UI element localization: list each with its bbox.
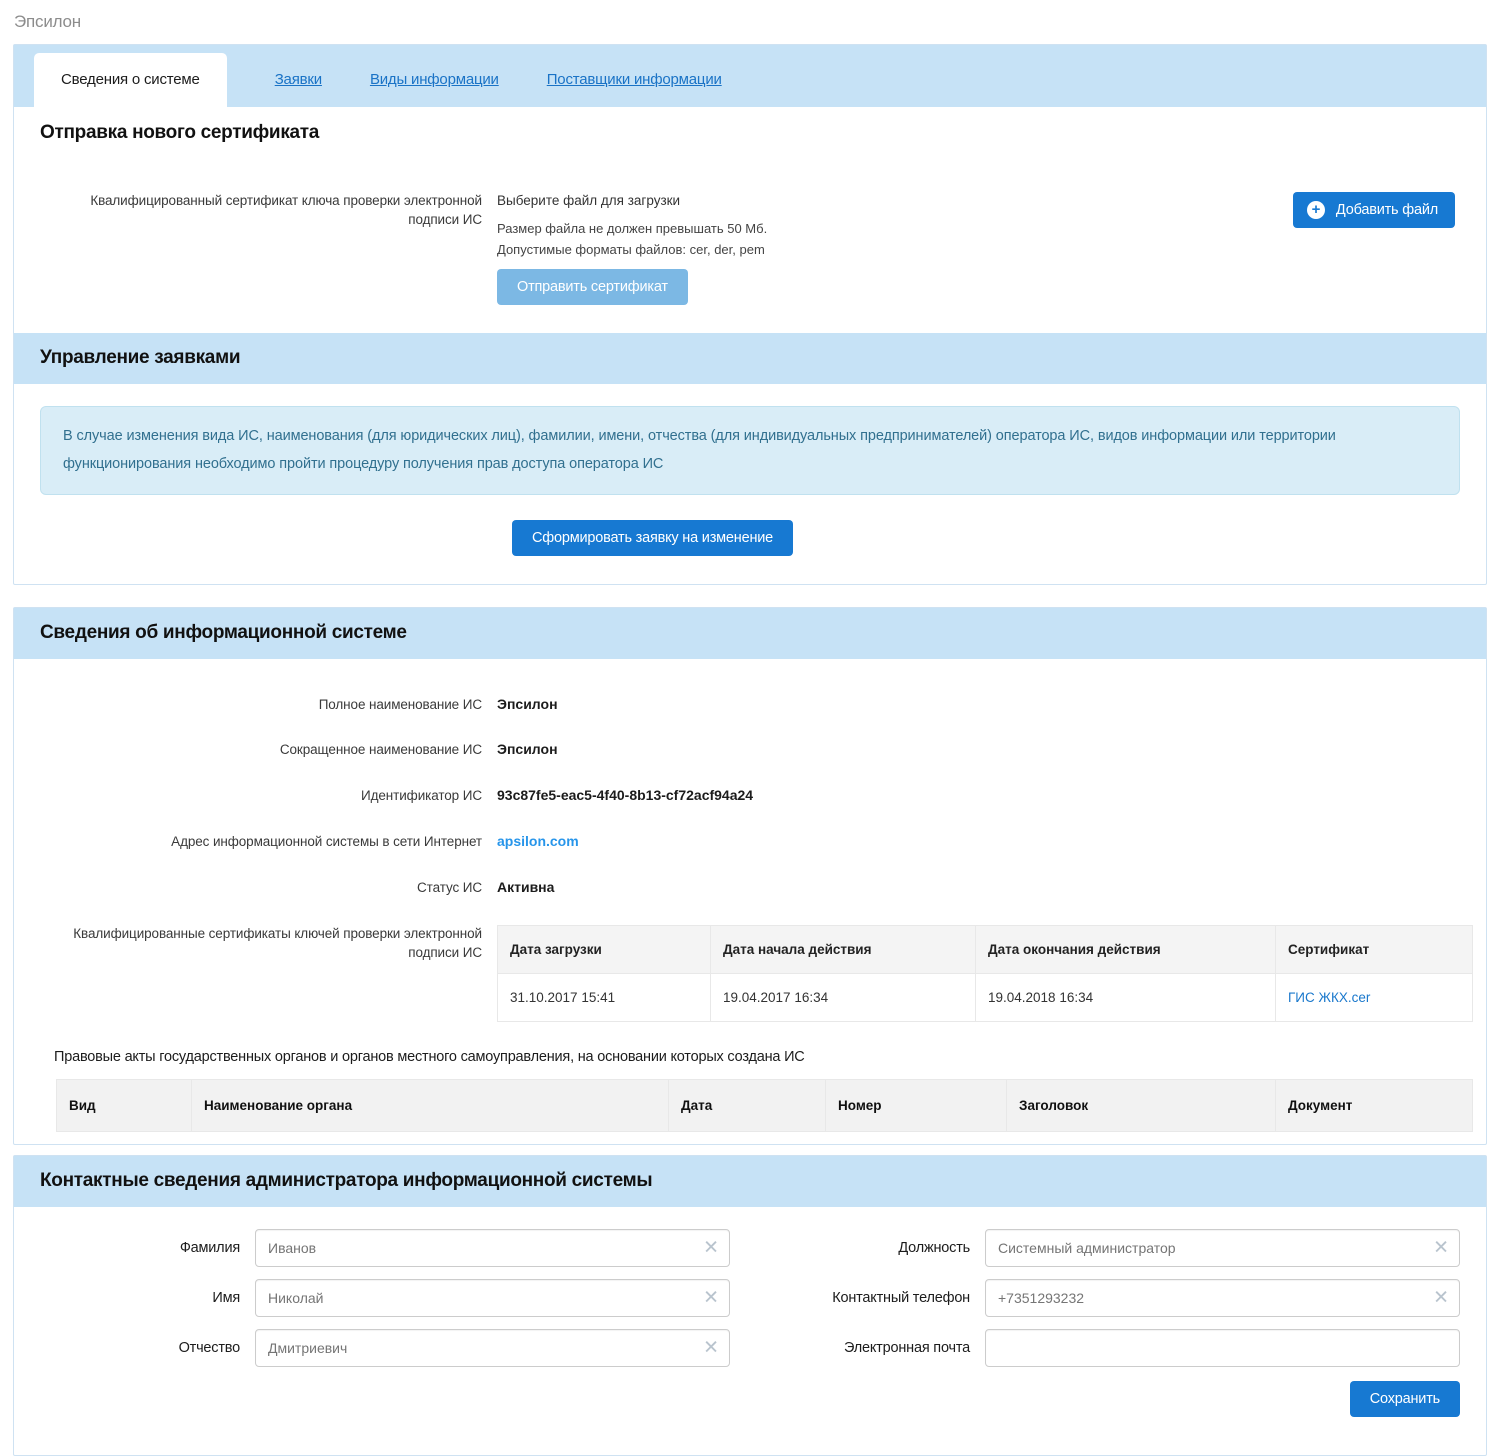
upload-section-title: Отправка нового сертификата <box>40 122 1460 144</box>
position-label: Должность <box>770 1240 985 1256</box>
info-row: Адрес информационной системы в сети Инте… <box>40 833 1473 852</box>
clear-x-icon[interactable]: ✕ <box>1433 1288 1449 1307</box>
full-name-value: Эпсилон <box>497 696 558 712</box>
info-row: Полное наименование ИС Эпсилон <box>40 696 1473 715</box>
lastname-label: Фамилия <box>40 1240 255 1256</box>
tab-requests[interactable]: Заявки <box>275 71 322 88</box>
clear-x-icon[interactable]: ✕ <box>703 1238 719 1257</box>
middlename-label: Отчество <box>40 1340 255 1356</box>
firstname-input[interactable] <box>255 1279 730 1317</box>
table-row: 31.10.2017 15:41 19.04.2017 16:34 19.04.… <box>498 973 1473 1021</box>
info-row: Идентификатор ИС 93c87fe5-eac5-4f40-8b13… <box>40 787 1473 806</box>
field-row: Имя ✕ <box>40 1279 730 1317</box>
table-cell: 31.10.2017 15:41 <box>498 973 711 1021</box>
add-file-button-label: Добавить файл <box>1336 202 1438 218</box>
field-row: Фамилия ✕ <box>40 1229 730 1267</box>
tab-bar: Сведения о системе Заявки Виды информаци… <box>14 45 1486 107</box>
choose-file-text: Выберите файл для загрузки <box>497 192 1027 208</box>
phone-input[interactable] <box>985 1279 1460 1317</box>
save-button[interactable]: Сохранить <box>1350 1381 1460 1417</box>
system-info-section: Полное наименование ИС Эпсилон Сокращенн… <box>14 659 1486 1144</box>
tab-information-types[interactable]: Виды информации <box>370 71 499 88</box>
clear-x-icon[interactable]: ✕ <box>703 1338 719 1357</box>
email-input[interactable] <box>985 1329 1460 1367</box>
system-info-band: Сведения об информационной системе <box>14 608 1486 659</box>
field-row: Должность ✕ <box>770 1229 1460 1267</box>
table-cell: 19.04.2018 16:34 <box>976 973 1276 1021</box>
certificate-field-label: Квалифицированный сертификат ключа прове… <box>40 192 497 305</box>
file-size-hint: Размер файла не должен превышать 50 Мб. <box>497 221 1027 236</box>
table-header-cell: Документ <box>1276 1079 1473 1131</box>
certificates-table: Дата загрузки Дата начала действия Дата … <box>497 925 1473 1022</box>
short-name-label: Сокращенное наименование ИС <box>40 741 497 760</box>
internet-address-label: Адрес информационной системы в сети Инте… <box>40 833 497 852</box>
legal-acts-table: Вид Наименование органа Дата Номер Загол… <box>56 1079 1473 1132</box>
field-row: Электронная почта <box>770 1329 1460 1367</box>
certificates-row: Квалифицированные сертификаты ключей про… <box>40 925 1473 1022</box>
upload-certificate-section: Отправка нового сертификата Квалифициров… <box>14 107 1486 333</box>
file-formats-hint: Допустимые форматы файлов: cer, der, pem <box>497 242 1027 257</box>
table-header-cell: Заголовок <box>1007 1079 1276 1131</box>
table-header-cell: Сертификат <box>1276 925 1473 973</box>
send-certificate-button[interactable]: Отправить сертификат <box>497 269 688 305</box>
clear-x-icon[interactable]: ✕ <box>1433 1238 1449 1257</box>
table-header-cell: Дата начала действия <box>711 925 976 973</box>
certificate-file-link[interactable]: ГИС ЖКХ.cer <box>1288 990 1370 1005</box>
field-row: Отчество ✕ <box>40 1329 730 1367</box>
plus-circle-icon: + <box>1307 201 1325 219</box>
table-header-cell: Дата загрузки <box>498 925 711 973</box>
clear-x-icon[interactable]: ✕ <box>703 1288 719 1307</box>
lastname-input[interactable] <box>255 1229 730 1267</box>
table-header-cell: Вид <box>57 1079 192 1131</box>
contacts-band: Контактные сведения администратора инфор… <box>14 1156 1486 1207</box>
email-label: Электронная почта <box>770 1340 985 1356</box>
identifier-value: 93c87fe5-eac5-4f40-8b13-cf72acf94a24 <box>497 787 753 803</box>
certificates-label: Квалифицированные сертификаты ключей про… <box>40 925 497 963</box>
identifier-label: Идентификатор ИС <box>40 787 497 806</box>
table-header-cell: Номер <box>826 1079 1007 1131</box>
table-header-cell: Дата <box>669 1079 826 1131</box>
firstname-label: Имя <box>40 1290 255 1306</box>
info-row: Статус ИС Активна <box>40 879 1473 898</box>
page-title: Эпсилон <box>0 0 1500 44</box>
phone-label: Контактный телефон <box>770 1290 985 1306</box>
contacts-section: Фамилия ✕ Имя ✕ Отчество <box>14 1207 1486 1455</box>
table-cell: 19.04.2017 16:34 <box>711 973 976 1021</box>
requests-section: В случае изменения вида ИС, наименования… <box>14 384 1486 584</box>
create-change-request-button[interactable]: Сформировать заявку на изменение <box>512 520 793 556</box>
table-header-cell: Наименование органа <box>192 1079 669 1131</box>
full-name-label: Полное наименование ИС <box>40 696 497 715</box>
status-label: Статус ИС <box>40 879 497 898</box>
requests-section-band: Управление заявками <box>14 333 1486 384</box>
position-input[interactable] <box>985 1229 1460 1267</box>
table-header-cell: Дата окончания действия <box>976 925 1276 973</box>
info-row: Сокращенное наименование ИС Эпсилон <box>40 741 1473 760</box>
system-url-link[interactable]: apsilon.com <box>497 833 579 849</box>
status-value: Активна <box>497 879 554 895</box>
system-info-panel: Сведения об информационной системе Полно… <box>13 607 1487 1145</box>
table-cell: ГИС ЖКХ.cer <box>1276 973 1473 1021</box>
field-row: Контактный телефон ✕ <box>770 1279 1460 1317</box>
contacts-panel: Контактные сведения администратора инфор… <box>13 1155 1487 1456</box>
main-panel: Сведения о системе Заявки Виды информаци… <box>13 44 1487 585</box>
legal-acts-caption: Правовые акты государственных органов и … <box>54 1049 1473 1065</box>
tab-system-info[interactable]: Сведения о системе <box>34 53 227 107</box>
short-name-value: Эпсилон <box>497 741 558 757</box>
add-file-button[interactable]: + Добавить файл <box>1293 192 1455 228</box>
middlename-input[interactable] <box>255 1329 730 1367</box>
tab-information-providers[interactable]: Поставщики информации <box>547 71 722 88</box>
change-info-alert: В случае изменения вида ИС, наименования… <box>40 406 1460 495</box>
